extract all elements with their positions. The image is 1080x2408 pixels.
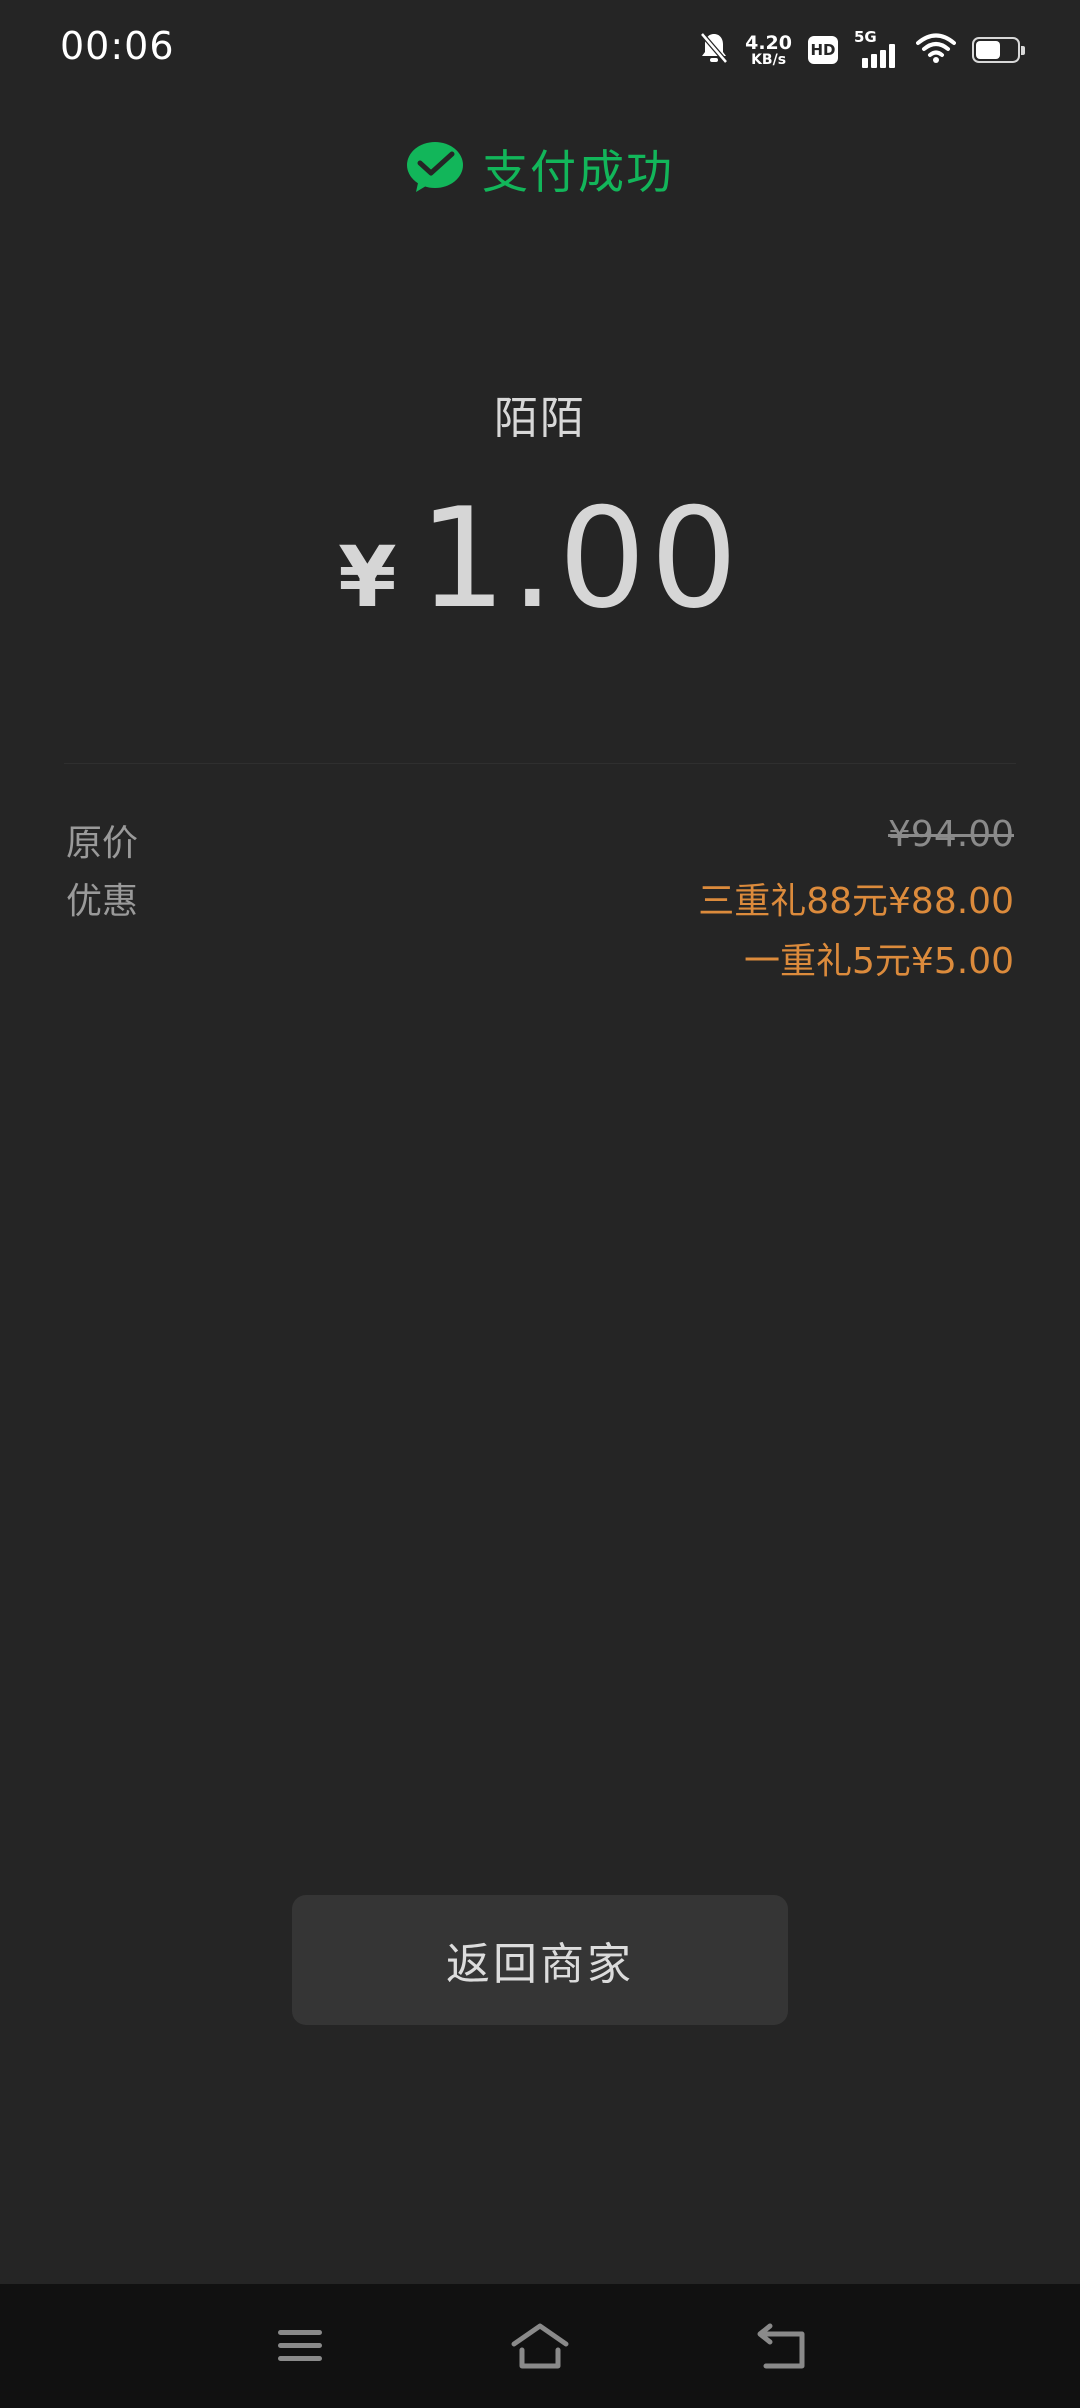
divider xyxy=(64,763,1016,764)
return-to-merchant-button[interactable]: 返回商家 xyxy=(292,1895,788,2025)
amount-value: 1.00 xyxy=(418,478,742,639)
menu-icon[interactable] xyxy=(270,2318,330,2374)
network-speed-value: 4.20 xyxy=(745,31,792,54)
wifi-icon xyxy=(916,32,956,68)
navigation-bar xyxy=(0,2284,1080,2408)
network-speed-unit: KB/s xyxy=(751,51,787,68)
status-icons: 4.20 KB/s HD 5G xyxy=(699,28,1025,72)
battery-fill xyxy=(976,41,1000,59)
hd-icon: HD xyxy=(808,36,838,64)
discount-item: 一重礼5元¥5.00 xyxy=(744,941,1014,982)
payment-amount: ¥ 1.00 xyxy=(0,478,1080,639)
discount-item: 三重礼88元¥88.00 xyxy=(698,881,1014,922)
status-time: 00:06 xyxy=(60,24,175,68)
merchant-name: 陌陌 xyxy=(494,393,586,444)
network-speed: 4.20 KB/s xyxy=(745,31,792,68)
back-icon[interactable] xyxy=(752,2318,812,2374)
success-title: 支付成功 xyxy=(482,145,674,199)
wechat-pay-icon xyxy=(406,141,464,197)
home-icon[interactable] xyxy=(510,2318,570,2374)
signal-icon: 5G xyxy=(854,28,900,70)
success-header: 支付成功 xyxy=(0,136,1080,202)
discount-label: 优惠 xyxy=(66,881,139,922)
original-price-value: ¥94.00 xyxy=(888,814,1014,855)
battery-icon xyxy=(972,37,1025,63)
status-bar: 00:06 4.20 KB/s HD 5G xyxy=(0,0,1080,100)
original-price-label: 原价 xyxy=(66,823,139,864)
payment-success-screen: 00:06 4.20 KB/s HD 5G 支付成功 陌陌 ¥ 1.00 原价 … xyxy=(0,0,1080,2408)
currency-symbol: ¥ xyxy=(338,528,397,626)
mute-bell-icon xyxy=(699,31,729,69)
